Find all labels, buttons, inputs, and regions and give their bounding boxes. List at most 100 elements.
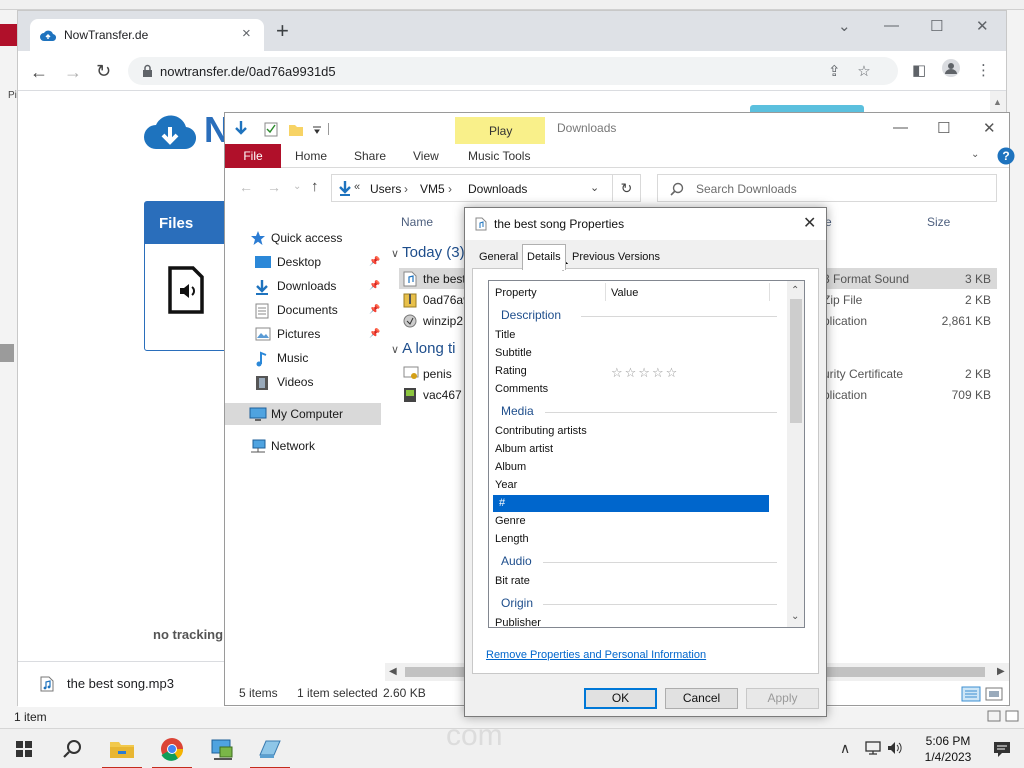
- network-status-icon[interactable]: [864, 740, 882, 756]
- prop-year[interactable]: Year: [495, 479, 517, 491]
- start-button[interactable]: [0, 729, 48, 768]
- clock-time[interactable]: 5:06 PM: [918, 734, 978, 748]
- breadcrumb-users[interactable]: Users: [370, 182, 401, 196]
- column-header-name[interactable]: Name: [401, 215, 433, 229]
- scroll-left-arrow-icon[interactable]: ◀: [389, 666, 397, 677]
- download-item[interactable]: the best song.mp3: [67, 676, 174, 691]
- nav-item-downloads[interactable]: Downloads 📌: [225, 275, 385, 297]
- back-arrow-icon[interactable]: ←: [239, 179, 253, 195]
- prop-album-artist[interactable]: Album artist: [495, 443, 553, 455]
- property-list-scrollbar[interactable]: ⌃ ⌄: [787, 281, 804, 627]
- up-arrow-icon[interactable]: ↑: [311, 178, 319, 195]
- forward-arrow-icon[interactable]: →: [267, 179, 281, 195]
- maximize-icon[interactable]: ☐: [930, 17, 943, 35]
- prop-bit-rate[interactable]: Bit rate: [495, 575, 530, 587]
- maximize-icon[interactable]: ☐: [937, 119, 950, 137]
- chevron-up-icon[interactable]: ⌃: [791, 285, 799, 296]
- notification-icon[interactable]: [992, 739, 1012, 759]
- taskbar-network-app[interactable]: [198, 729, 246, 768]
- prop-title[interactable]: Title: [495, 329, 515, 341]
- property-list[interactable]: Property Value Description Title Subtitl…: [488, 280, 805, 628]
- tab-details[interactable]: Details: [522, 244, 566, 270]
- nav-item-network[interactable]: Network: [225, 435, 385, 457]
- ribbon-tab-home[interactable]: Home: [295, 149, 327, 163]
- close-icon[interactable]: ✕: [983, 119, 996, 137]
- search-box[interactable]: Search Downloads: [657, 174, 997, 202]
- prop-contributing-artists[interactable]: Contributing artists: [495, 425, 587, 437]
- tab-general[interactable]: General: [475, 246, 522, 268]
- history-chevron-icon[interactable]: ⌄: [293, 181, 301, 192]
- chevron-down-icon[interactable]: ⌄: [590, 181, 599, 194]
- nav-item-music[interactable]: Music: [225, 347, 385, 369]
- ok-button[interactable]: OK: [584, 688, 657, 709]
- close-icon[interactable]: ✕: [803, 213, 816, 233]
- dialog-titlebar[interactable]: the best song Properties ✕: [465, 208, 826, 240]
- pin-icon[interactable]: 📌: [369, 328, 380, 339]
- refresh-icon[interactable]: ↻: [613, 174, 641, 202]
- nav-item-videos[interactable]: Videos: [225, 371, 385, 393]
- nav-item-my-computer[interactable]: My Computer: [225, 403, 381, 425]
- forward-arrow-icon[interactable]: →: [64, 62, 82, 83]
- profile-avatar-icon[interactable]: [942, 59, 960, 77]
- selected-property-row[interactable]: #: [493, 495, 769, 512]
- prop-rating[interactable]: Rating: [495, 365, 527, 377]
- chevron-right-icon[interactable]: ›: [448, 182, 452, 196]
- tab-close-icon[interactable]: ×: [242, 25, 251, 42]
- prop-album[interactable]: Album: [495, 461, 526, 473]
- prop-comments[interactable]: Comments: [495, 383, 548, 395]
- prop-subtitle[interactable]: Subtitle: [495, 347, 532, 359]
- search-button[interactable]: [48, 729, 96, 768]
- chevron-right-icon[interactable]: ›: [404, 182, 408, 196]
- ribbon-tab-view[interactable]: View: [413, 149, 439, 163]
- volume-icon[interactable]: [886, 740, 904, 756]
- column-header-property[interactable]: Property: [495, 287, 537, 299]
- column-header-size[interactable]: Size: [927, 215, 950, 229]
- browser-tab[interactable]: NowTransfer.de ×: [30, 19, 264, 51]
- clock-date[interactable]: 1/4/2023: [918, 750, 978, 764]
- nav-item-quick-access[interactable]: Quick access: [225, 227, 385, 249]
- scroll-right-arrow-icon[interactable]: ▶: [997, 666, 1005, 677]
- breadcrumb-overflow[interactable]: «: [354, 181, 360, 193]
- more-menu-icon[interactable]: ⋮: [976, 61, 991, 79]
- pin-icon[interactable]: 📌: [369, 280, 380, 291]
- ribbon-tab-share[interactable]: Share: [354, 149, 386, 163]
- remove-properties-link[interactable]: Remove Properties and Personal Informati…: [486, 649, 706, 661]
- lock-icon[interactable]: [142, 64, 153, 78]
- tab-search-icon[interactable]: ⌄: [838, 17, 851, 35]
- cancel-button[interactable]: Cancel: [665, 688, 738, 709]
- prop-length[interactable]: Length: [495, 533, 529, 545]
- nav-item-documents[interactable]: Documents 📌: [225, 299, 385, 321]
- scroll-up-arrow-icon[interactable]: ▲: [993, 97, 1002, 107]
- group-header-long-time-ago[interactable]: ∨ A long ti: [391, 340, 455, 357]
- rating-stars-icon[interactable]: ☆☆☆☆☆: [611, 365, 679, 381]
- chevron-up-icon[interactable]: ∧: [840, 740, 850, 757]
- pin-icon[interactable]: 📌: [369, 256, 380, 267]
- pin-icon[interactable]: 📌: [369, 304, 380, 315]
- taskbar-chrome[interactable]: [148, 729, 196, 768]
- scrollbar-thumb[interactable]: [790, 299, 802, 423]
- ribbon-tab-music-tools[interactable]: Music Tools: [468, 149, 530, 163]
- taskbar-file-explorer[interactable]: [98, 729, 146, 768]
- share-star-icons[interactable]: ⇪ ☆: [828, 62, 871, 80]
- new-tab-icon[interactable]: +: [276, 20, 289, 42]
- play-context-tab[interactable]: Play: [489, 124, 512, 138]
- ribbon-expand-icon[interactable]: ⌄: [971, 149, 979, 160]
- nav-item-pictures[interactable]: Pictures 📌: [225, 323, 385, 345]
- group-header-today[interactable]: ∨ Today (3): [391, 244, 465, 261]
- minimize-icon[interactable]: —: [884, 17, 899, 34]
- help-icon[interactable]: ?: [997, 147, 1015, 165]
- minimize-icon[interactable]: —: [893, 119, 908, 136]
- chevron-down-icon[interactable]: ⌄: [791, 611, 799, 622]
- address-bar[interactable]: nowtransfer.de/0ad76a9931d5 ⇪ ☆: [128, 57, 898, 85]
- apply-button[interactable]: Apply: [746, 688, 819, 709]
- side-panel-icon[interactable]: ◧: [912, 61, 926, 79]
- view-toggle-icons[interactable]: [961, 685, 1005, 703]
- back-arrow-icon[interactable]: ←: [30, 62, 48, 83]
- prop-genre[interactable]: Genre: [495, 515, 526, 527]
- reload-icon[interactable]: ↻: [96, 61, 111, 82]
- close-icon[interactable]: ✕: [976, 17, 989, 35]
- taskbar-utility-app[interactable]: [246, 729, 294, 768]
- ribbon-tab-file[interactable]: File: [225, 144, 281, 168]
- breadcrumb-vm5[interactable]: VM5: [420, 182, 445, 196]
- tab-previous-versions[interactable]: Previous Versions: [568, 246, 664, 268]
